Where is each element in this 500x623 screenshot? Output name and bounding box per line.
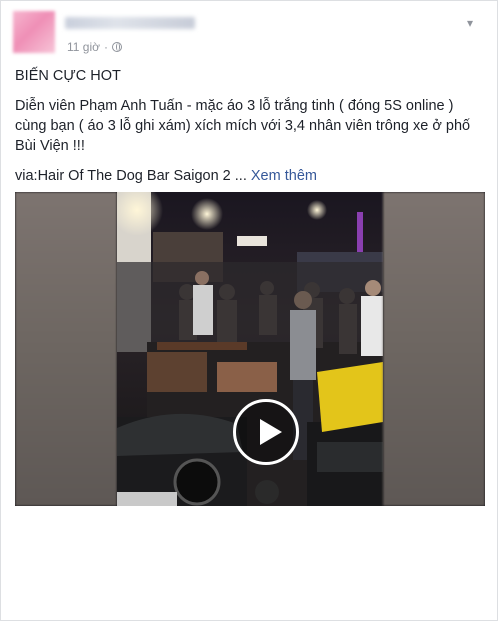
post-text: BIẾN CỰC HOT Diễn viên Phạm Anh Tuấn - m… (15, 66, 485, 196)
video-player[interactable] (15, 192, 485, 506)
play-icon[interactable] (233, 399, 299, 465)
feed-post: 11 giờ · ▾ BIẾN CỰC HOT Diễn viên Phạm A… (0, 0, 498, 621)
video-blur-right (383, 192, 485, 506)
post-time[interactable]: 11 giờ (67, 40, 100, 54)
video-blur-left (15, 192, 117, 506)
via-text: via:Hair Of The Dog Bar Saigon 2 ... (15, 168, 247, 184)
author-name-redacted[interactable] (65, 17, 195, 29)
post-header: 11 giờ · ▾ (13, 11, 483, 57)
post-body: Diễn viên Phạm Anh Tuấn - mặc áo 3 lỗ tr… (15, 98, 471, 154)
chevron-down-icon[interactable]: ▾ (467, 17, 479, 29)
avatar[interactable] (13, 11, 55, 53)
post-title: BIẾN CỰC HOT (15, 68, 121, 84)
see-more-link[interactable]: Xem thêm (251, 168, 317, 184)
post-via: via:Hair Of The Dog Bar Saigon 2 ... Xem… (15, 166, 485, 186)
post-meta: 11 giờ · (67, 40, 122, 54)
globe-icon[interactable] (112, 42, 122, 52)
